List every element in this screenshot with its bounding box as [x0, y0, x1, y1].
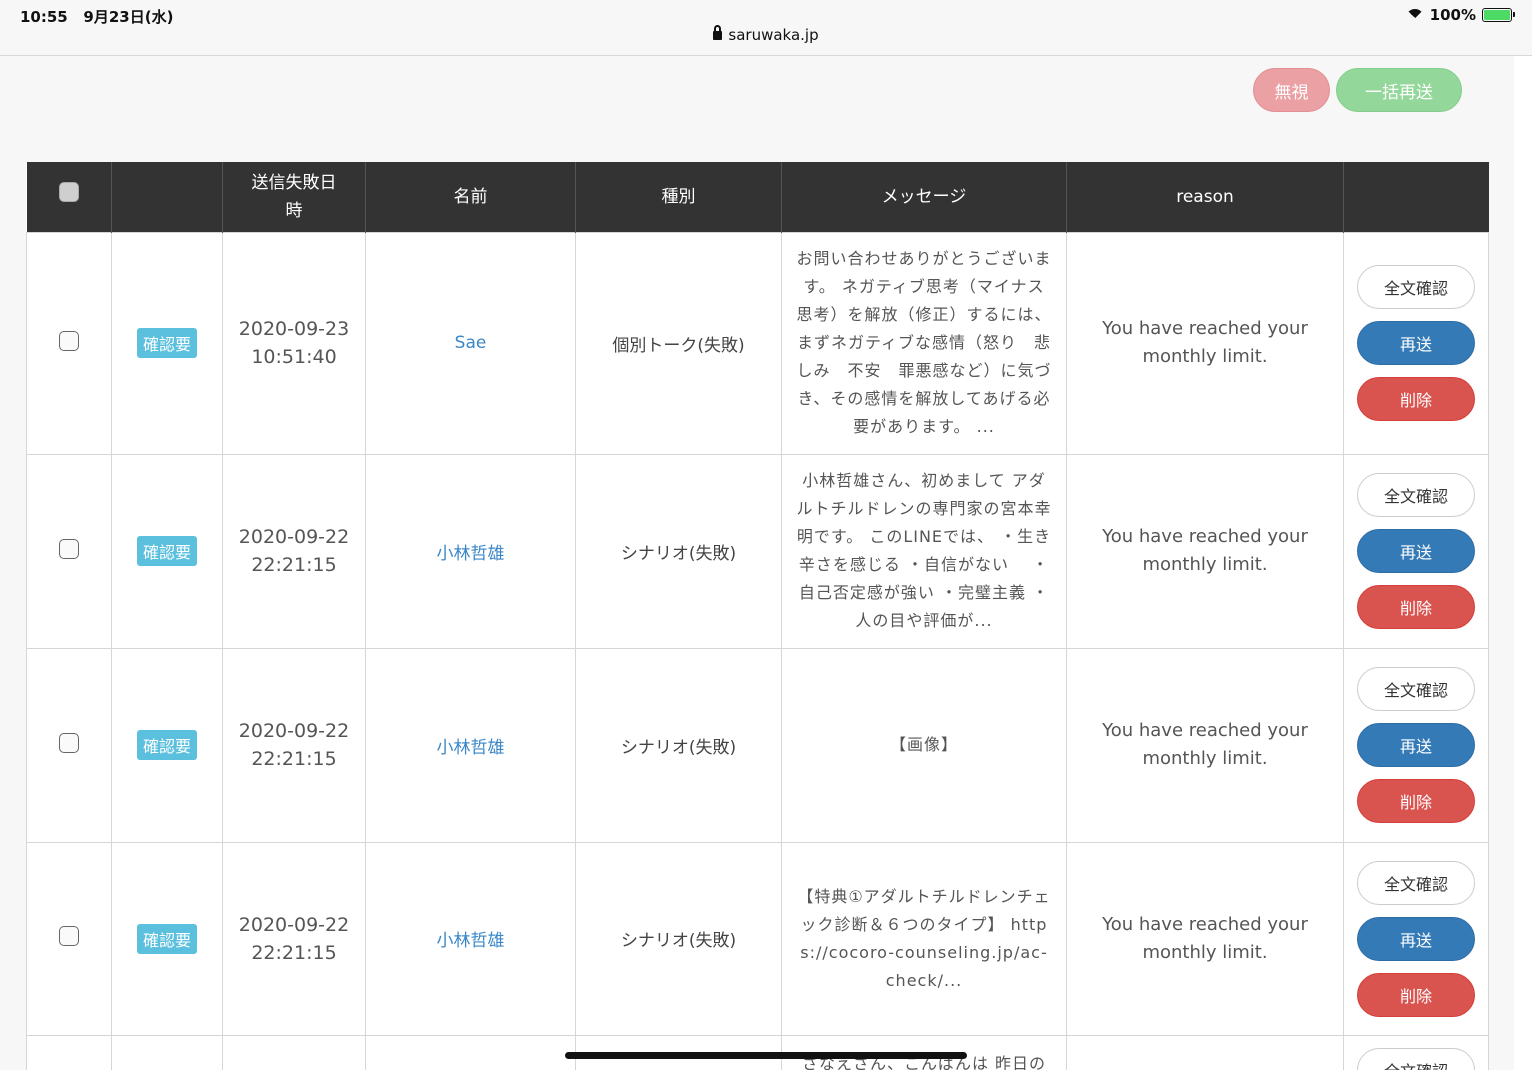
resend-button[interactable]: 再送: [1357, 529, 1475, 573]
failed-messages-table: 送信失敗日時 名前 種別 メッセージ reason 確認要 2020-09-23…: [26, 162, 1489, 1070]
delete-button[interactable]: 削除: [1357, 779, 1475, 823]
header-actions: [1343, 162, 1489, 232]
wifi-icon: [1405, 8, 1424, 22]
row-checkbox[interactable]: [59, 330, 79, 351]
resend-button[interactable]: 再送: [1357, 723, 1475, 767]
view-full-button[interactable]: 全文確認: [1357, 265, 1475, 309]
header-type: 種別: [575, 162, 782, 232]
message-type: シナリオ(失敗): [575, 647, 782, 843]
delete-button[interactable]: 削除: [1357, 585, 1475, 629]
needs-check-badge: 確認要: [136, 328, 197, 358]
user-name-link[interactable]: 小林哲雄: [437, 544, 505, 564]
message-type: シナリオ(失敗): [575, 453, 782, 649]
view-full-button[interactable]: 全文確認: [1357, 667, 1475, 711]
header-reason: reason: [1066, 162, 1344, 232]
failed-date: 2020-09-22: [238, 526, 350, 548]
message-preview: 【画像】: [889, 735, 958, 754]
header-checkbox-cell: [26, 162, 112, 232]
url-text: saruwaka.jp: [728, 26, 819, 44]
failure-reason: You have reached your monthly limit.: [1102, 913, 1308, 963]
battery-percent: 100%: [1429, 6, 1476, 24]
view-full-button[interactable]: 全文確認: [1357, 1047, 1475, 1070]
status-bar: 10:55 9月23日(水) saruwaka.jp 100%: [0, 0, 1532, 56]
select-all-checkbox[interactable]: [58, 182, 79, 203]
message-type: 個別トーク(失敗): [575, 231, 782, 455]
failure-reason: You have reached your monthly limit.: [1102, 526, 1308, 575]
header-message: メッセージ: [781, 162, 1067, 232]
failed-time: 22:21:15: [251, 941, 337, 964]
header-status: [111, 162, 223, 232]
failed-date: 2020-09-22: [238, 913, 350, 936]
table-row: 確認要 2020-09-22 22:21:15 小林哲雄 シナリオ(失敗) 【特典…: [26, 841, 1489, 1036]
battery-icon: [1482, 8, 1515, 22]
failure-reason: You have reached your monthly limit.: [1102, 318, 1308, 367]
failed-date: 2020-09-22: [238, 720, 350, 742]
home-indicator[interactable]: [565, 1052, 967, 1059]
ignore-button[interactable]: 無視: [1253, 68, 1330, 112]
failed-time: 22:21:15: [251, 554, 337, 576]
scroll-gutter: [1514, 56, 1532, 1070]
failed-date: 2020-09-23: [238, 318, 350, 340]
status-time: 10:55 9月23日(水): [20, 6, 173, 27]
header-failed-at-label: 送信失敗日時: [251, 172, 337, 221]
message-type: シナリオ(失敗): [575, 841, 782, 1036]
needs-check-badge: 確認要: [136, 730, 197, 760]
header-name: 名前: [365, 162, 576, 232]
message-preview: お問い合わせありがとうございます。 ネガティブ思考（マイナス思考）を解放（修正）…: [796, 249, 1052, 436]
date-text: 9月23日(水): [83, 8, 174, 26]
table-row: 確認要 2020-09-22 22:21:15 小林哲雄 シナリオ(失敗) 【画像…: [26, 647, 1489, 843]
table-row: 確認要 2020-09-23 10:51:40 Sae 個別トーク(失敗) お問い…: [26, 231, 1489, 455]
message-preview: 小林哲雄さん、初めまして アダルトチルドレンの専門家の宮本幸明です。 このLIN…: [796, 471, 1052, 630]
failure-reason: You have reached your monthly limit.: [1102, 720, 1308, 769]
row-checkbox[interactable]: [59, 926, 79, 946]
delete-button[interactable]: 削除: [1357, 377, 1475, 421]
view-full-button[interactable]: 全文確認: [1357, 860, 1475, 905]
needs-check-badge: 確認要: [136, 923, 197, 954]
header-failed-at: 送信失敗日時: [222, 162, 366, 232]
clock-text: 10:55: [20, 8, 68, 26]
bulk-resend-button[interactable]: 一括再送: [1336, 68, 1462, 112]
view-full-button[interactable]: 全文確認: [1357, 473, 1475, 517]
table-row: 確認要 2020-09-22 22:21:15 小林哲雄 シナリオ(失敗) 小林哲…: [26, 453, 1489, 649]
failed-time: 10:51:40: [251, 346, 337, 368]
table-header: 送信失敗日時 名前 種別 メッセージ reason: [26, 162, 1489, 232]
user-name-link[interactable]: 小林哲雄: [437, 931, 505, 951]
failed-time: 22:21:15: [251, 748, 337, 770]
row-checkbox[interactable]: [59, 538, 79, 559]
row-checkbox[interactable]: [59, 732, 79, 753]
status-right: 100%: [1405, 6, 1515, 24]
message-preview: 【特典①アダルトチルドレンチェック診断＆６つのタイプ】 https://coco…: [797, 886, 1051, 990]
resend-button[interactable]: 再送: [1357, 321, 1475, 365]
user-name-link[interactable]: Sae: [455, 333, 487, 353]
user-name-link[interactable]: 小林哲雄: [437, 738, 505, 758]
resend-button[interactable]: 再送: [1357, 916, 1475, 961]
lock-icon: [713, 25, 723, 40]
needs-check-badge: 確認要: [136, 536, 197, 566]
delete-button[interactable]: 削除: [1357, 972, 1475, 1017]
url-bar[interactable]: saruwaka.jp: [0, 25, 1532, 44]
